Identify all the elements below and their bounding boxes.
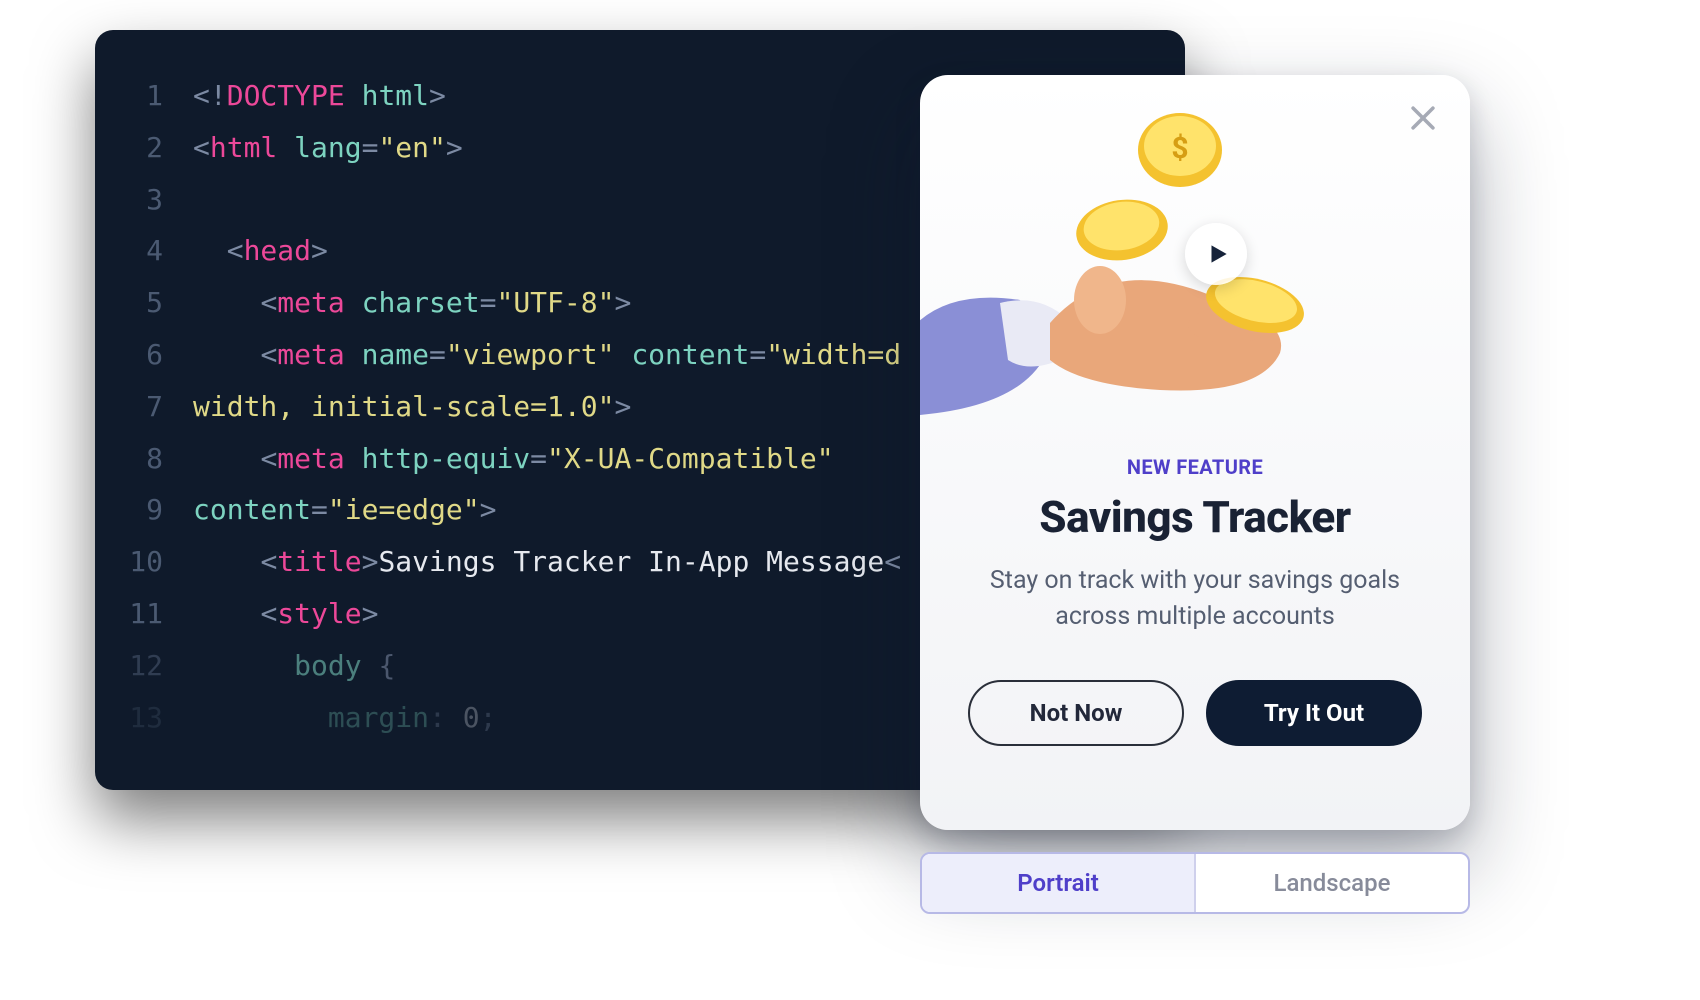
code-content: content="ie=edge"> xyxy=(193,484,496,536)
modal-kicker: NEW FEATURE xyxy=(968,455,1422,479)
code-content: margin: 0; xyxy=(193,692,496,744)
svg-text:$: $ xyxy=(1171,131,1188,166)
code-content: <meta http-equiv="X-UA-Compatible" xyxy=(193,433,834,485)
line-number: 13 xyxy=(125,692,193,744)
modal-description: Stay on track with your savings goals ac… xyxy=(968,563,1422,636)
inapp-message-modal: $ NEW FEATURE Savings Tracker Stay on tr… xyxy=(920,75,1470,830)
play-icon[interactable] xyxy=(1185,223,1247,285)
orientation-toggle: PortraitLandscape xyxy=(920,852,1470,914)
line-number: 8 xyxy=(125,433,193,485)
line-number: 6 xyxy=(125,329,193,381)
try-it-out-button[interactable]: Try It Out xyxy=(1206,680,1422,746)
code-content: <title>Savings Tracker In-App Message< xyxy=(193,536,901,588)
line-number: 7 xyxy=(125,381,193,433)
line-number: 3 xyxy=(125,174,193,226)
hand-coins-illustration: $ xyxy=(920,75,1470,395)
line-number: 12 xyxy=(125,640,193,692)
line-number: 5 xyxy=(125,277,193,329)
code-content: <!DOCTYPE html> xyxy=(193,70,446,122)
line-number: 9 xyxy=(125,484,193,536)
modal-title: Savings Tracker xyxy=(968,491,1422,543)
code-content: <html lang="en"> xyxy=(193,122,463,174)
code-content: <meta name="viewport" content="width=d xyxy=(193,329,901,381)
code-content: <style> xyxy=(193,588,378,640)
line-number: 4 xyxy=(125,225,193,277)
line-number: 2 xyxy=(125,122,193,174)
code-content: <head> xyxy=(193,225,328,277)
line-number: 10 xyxy=(125,536,193,588)
orientation-option-landscape[interactable]: Landscape xyxy=(1194,854,1468,912)
code-content: width, initial-scale=1.0"> xyxy=(193,381,631,433)
line-number: 1 xyxy=(125,70,193,122)
orientation-option-portrait[interactable]: Portrait xyxy=(922,854,1194,912)
code-content: <meta charset="UTF-8"> xyxy=(193,277,631,329)
code-content: body { xyxy=(193,640,395,692)
not-now-button[interactable]: Not Now xyxy=(968,680,1184,746)
line-number: 11 xyxy=(125,588,193,640)
